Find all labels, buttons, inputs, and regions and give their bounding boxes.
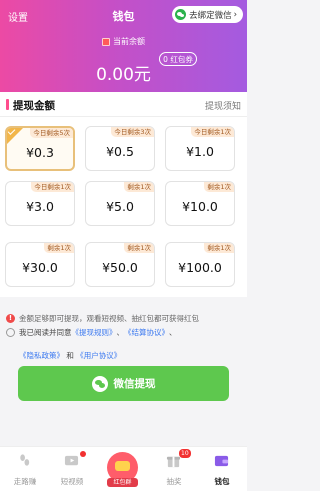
- amount-value: ¥5.0: [106, 199, 134, 214]
- remaining-tag: 剩余1次: [124, 243, 154, 253]
- bind-wechat-button[interactable]: 去绑定微信 ›: [172, 6, 243, 23]
- remaining-tag: 今日剩余1次: [191, 127, 234, 137]
- amount-value: ¥10.0: [182, 199, 218, 214]
- video-icon: [64, 455, 79, 466]
- agreement-row-2: 《隐私政策》 和 《用户协议》: [19, 350, 121, 361]
- remaining-tag: 剩余1次: [204, 182, 234, 192]
- balance-label-row: 当前余额: [0, 36, 247, 47]
- amount-option[interactable]: 今日剩余3次 ¥0.5: [85, 126, 155, 171]
- remaining-tag: 剩余1次: [204, 243, 234, 253]
- amount-value: ¥0.5: [106, 144, 134, 159]
- section-accent-bar: [6, 99, 9, 110]
- walk-icon: [20, 454, 30, 466]
- amount-value: ¥0.3: [26, 145, 54, 160]
- remaining-tag: 剩余1次: [124, 182, 154, 192]
- amount-value: ¥3.0: [26, 199, 54, 214]
- agree-checkbox[interactable]: [6, 328, 15, 337]
- amount-value: ¥1.0: [186, 144, 214, 159]
- balance-amount: 0.00元: [96, 65, 151, 85]
- notification-dot: [80, 451, 86, 457]
- bind-wechat-label: 去绑定微信: [189, 10, 232, 21]
- nav-item-video[interactable]: 短视频: [47, 447, 97, 491]
- nav-item-wallet[interactable]: 钱包: [197, 447, 247, 491]
- remaining-tag: 剩余1次: [44, 243, 74, 253]
- agreement-row: 我已阅读并同意 《提现规则》 、 《结算协议》 、: [6, 327, 177, 338]
- nav-item-walk[interactable]: 走路赚: [0, 447, 50, 491]
- amount-value: ¥100.0: [178, 260, 222, 275]
- wallet-header: 设置 钱包 去绑定微信 › 当前余额 0.00元 0 红包券: [0, 0, 247, 92]
- lottery-badge: 10: [179, 449, 191, 458]
- amount-option[interactable]: 今日剩余1次 ¥3.0: [5, 181, 75, 226]
- amount-option[interactable]: 剩余1次 ¥10.0: [165, 181, 235, 226]
- withdraw-panel: 提现金额 提现须知 今日剩余5次 ¥0.3 今日剩余3次 ¥0.5 今日剩余1次…: [0, 92, 247, 297]
- nav-item-lottery[interactable]: 10 抽奖: [149, 447, 199, 491]
- balance-label: 当前余额: [113, 37, 145, 46]
- and-text: 和: [66, 351, 74, 360]
- amount-option[interactable]: 今日剩余5次 ¥0.3: [5, 126, 75, 171]
- withdraw-panel-header: 提现金额 提现须知: [0, 92, 247, 117]
- remaining-tag: 今日剩余1次: [31, 182, 74, 192]
- amount-option[interactable]: 剩余1次 ¥50.0: [85, 242, 155, 287]
- settlement-agreement-link[interactable]: 《结算协议》: [124, 327, 169, 338]
- nav-label: 抽奖: [166, 477, 182, 486]
- agree-prefix: 我已阅读并同意: [19, 328, 72, 337]
- withdraw-rules-link[interactable]: 《提现规则》: [72, 327, 117, 338]
- amount-option[interactable]: 今日剩余1次 ¥1.0: [165, 126, 235, 171]
- withdraw-hint: ! 金额足够即可提现，观看短视频、抽红包都可获得红包: [6, 313, 199, 324]
- amount-option[interactable]: 剩余1次 ¥100.0: [165, 242, 235, 287]
- amount-option[interactable]: 剩余1次 ¥5.0: [85, 181, 155, 226]
- wechat-withdraw-label: 微信提现: [113, 378, 156, 390]
- chevron-right-icon: ›: [233, 9, 237, 20]
- withdraw-title: 提现金额: [13, 100, 55, 112]
- remaining-tag: 今日剩余3次: [111, 127, 154, 137]
- nav-label: 钱包: [214, 477, 230, 486]
- withdraw-hint-text: 金额足够即可提现，观看短视频、抽红包都可获得红包: [19, 314, 199, 323]
- separator: 、: [116, 328, 125, 337]
- wechat-withdraw-button[interactable]: 微信提现: [18, 366, 229, 401]
- withdraw-notice-link[interactable]: 提现须知: [205, 99, 241, 112]
- separator: 、: [169, 328, 177, 337]
- wechat-icon: [91, 375, 108, 392]
- nav-label: 走路赚: [13, 477, 37, 486]
- user-agreement-link[interactable]: 《用户协议》: [76, 351, 121, 360]
- nav-label: 短视频: [60, 477, 84, 486]
- amount-option[interactable]: 剩余1次 ¥30.0: [5, 242, 75, 287]
- nav-label-red-packet: 红包群: [107, 478, 138, 487]
- warning-icon: !: [6, 314, 15, 323]
- coupon-button[interactable]: 0 红包券: [159, 52, 197, 66]
- amount-value: ¥50.0: [102, 260, 138, 275]
- amount-value: ¥30.0: [22, 260, 58, 275]
- wechat-icon: [175, 9, 187, 20]
- wallet-icon: [214, 455, 229, 467]
- privacy-policy-link[interactable]: 《隐私政策》: [19, 351, 64, 360]
- remaining-tag: 今日剩余5次: [30, 128, 73, 138]
- wallet-mini-icon: [102, 37, 110, 46]
